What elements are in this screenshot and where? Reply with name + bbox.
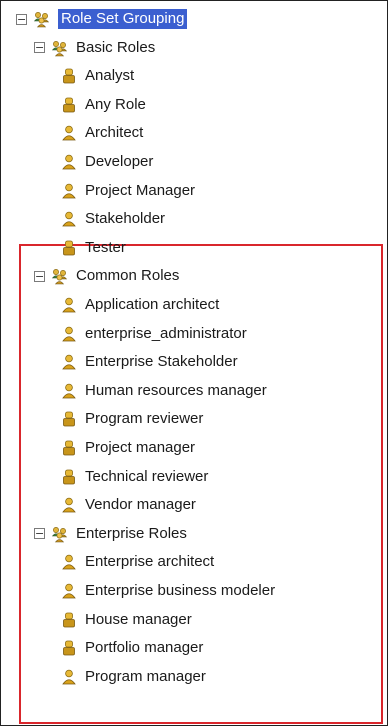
tree-group[interactable]: − Common Roles	[34, 262, 179, 290]
tree-item-label: Vendor manager	[85, 496, 196, 514]
role-icon	[60, 124, 78, 142]
tree-item[interactable]: enterprise_administrator	[60, 320, 247, 348]
tree-item[interactable]: Project Manager	[60, 177, 195, 205]
tree-item-label: Portfolio manager	[85, 639, 204, 657]
tree-item-label: Any Role	[85, 95, 146, 113]
collapse-toggle-icon[interactable]: −	[16, 13, 27, 25]
tree-item-label: Application architect	[85, 296, 220, 313]
role-group-icon	[51, 525, 69, 543]
role-icon	[60, 296, 78, 314]
tree-item[interactable]: Any Role	[60, 91, 146, 119]
tree-item-label: Project Manager	[85, 181, 196, 199]
tree-item-label: Project manager	[85, 439, 196, 456]
role-icon	[60, 582, 78, 600]
tree-item-label: Technical reviewer	[85, 467, 209, 485]
role-icon	[60, 325, 78, 343]
collapse-toggle-icon[interactable]: −	[34, 270, 45, 282]
tree-item[interactable]: Architect	[60, 119, 143, 147]
tree-item-label: Tester	[85, 238, 126, 256]
tree-item[interactable]: Enterprise Stakeholder	[60, 348, 238, 376]
role-icon	[60, 496, 78, 514]
role-icon-alt	[60, 239, 78, 257]
collapse-toggle-icon[interactable]: −	[34, 42, 45, 54]
tree-item-label: Developer	[85, 153, 154, 170]
tree-item-label: Enterprise business modeler	[85, 582, 276, 599]
tree-item-label: Enterprise Stakeholder	[85, 353, 238, 371]
collapse-toggle-icon[interactable]: −	[34, 528, 45, 540]
tree-item[interactable]: Tester	[60, 234, 126, 262]
role-icon-alt	[60, 639, 78, 657]
role-icon	[60, 353, 78, 371]
role-icon-alt	[60, 611, 78, 629]
tree-item[interactable]: Human resources manager	[60, 377, 267, 405]
role-icon-alt	[60, 96, 78, 114]
tree-group[interactable]: − Enterprise Roles	[34, 520, 187, 548]
tree-item[interactable]: Enterprise business modeler	[60, 577, 275, 605]
tree-item-label: House manager	[85, 610, 192, 628]
tree-item[interactable]: Developer	[60, 148, 153, 176]
role-icon	[60, 668, 78, 686]
tree-item-label: Human resources manager	[85, 381, 267, 399]
tree-item[interactable]: Technical reviewer	[60, 463, 208, 491]
tree-item-label: Stakeholder	[85, 210, 166, 228]
tree-item-label: Architect	[85, 124, 144, 142]
role-group-icon	[51, 267, 69, 285]
group-label: Basic Roles	[76, 38, 156, 56]
tree-item-label: Program reviewer	[85, 410, 204, 428]
tree-root-label: Role Set Grouping	[58, 9, 188, 29]
role-icon-alt	[60, 439, 78, 457]
role-icon-alt	[60, 410, 78, 428]
tree-root[interactable]: − Role Set Grouping	[16, 5, 188, 33]
tree-item[interactable]: Application architect	[60, 291, 219, 319]
role-group-icon	[33, 10, 51, 28]
role-icon-alt	[60, 468, 78, 486]
tree-item[interactable]: Program reviewer	[60, 405, 203, 433]
role-group-icon	[51, 39, 69, 57]
role-icon	[60, 153, 78, 171]
role-icon	[60, 382, 78, 400]
tree-item-label: Program manager	[85, 667, 206, 685]
tree-item[interactable]: House manager	[60, 606, 192, 634]
role-icon	[60, 553, 78, 571]
role-icon	[60, 182, 78, 200]
tree-group[interactable]: − Basic Roles	[34, 34, 155, 62]
tree-item[interactable]: Analyst	[60, 62, 134, 90]
tree-item[interactable]: Enterprise architect	[60, 548, 214, 576]
group-label: Common Roles	[76, 267, 180, 285]
tree-item[interactable]: Vendor manager	[60, 491, 196, 519]
tree-item[interactable]: Project manager	[60, 434, 195, 462]
tree-item-label: Analyst	[85, 67, 135, 85]
group-label: Enterprise Roles	[76, 524, 187, 542]
tree-item-label: Enterprise architect	[85, 553, 215, 571]
role-icon-alt	[60, 67, 78, 85]
tree-item[interactable]: Stakeholder	[60, 205, 165, 233]
role-icon	[60, 210, 78, 228]
tree-item-label: enterprise_administrator	[85, 324, 247, 342]
tree-item[interactable]: Portfolio manager	[60, 634, 203, 662]
tree-item[interactable]: Program manager	[60, 663, 206, 691]
